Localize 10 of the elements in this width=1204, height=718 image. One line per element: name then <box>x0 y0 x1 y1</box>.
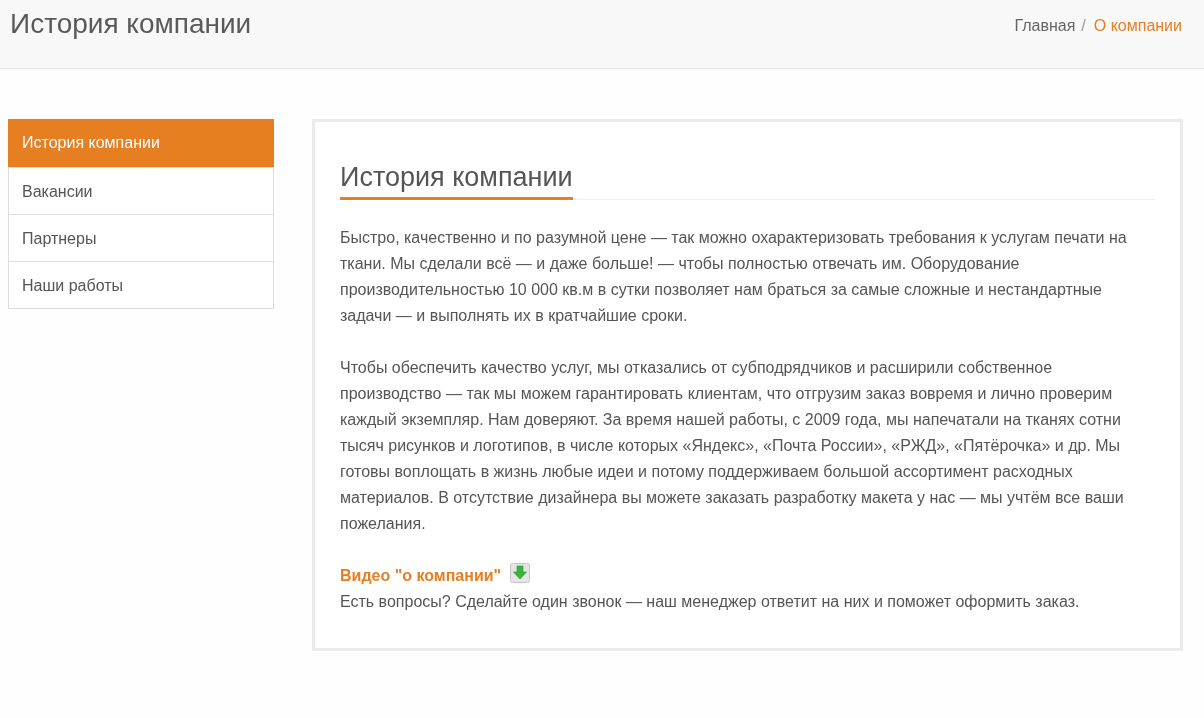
breadcrumb-separator: / <box>1081 16 1086 36</box>
breadcrumb-link[interactable]: О компании <box>1093 15 1182 37</box>
content-heading: История компании <box>340 159 573 200</box>
paragraph: Быстро, качественно и по разумной цене — так можно охарактеризовать требования к услугам печати на ткани. Мы сделали всё — и даже больше! — чтобы полностью отвечать им. Оборудование производительностью 10 000 кв.м в сутки позволяет нам браться за самые сложные и нестандартные задачи — и выполнять их в кратчайшие сроки. <box>340 228 1128 326</box>
breadcrumb-link[interactable]: Главная <box>1014 15 1076 37</box>
page-title: История компании <box>10 7 252 41</box>
video-link[interactable]: Видео "о компании" <box>340 563 502 589</box>
contact-note: Есть вопросы? Сделайте один звонок — наш менеджер ответит на них и поможет оформить заказ. <box>340 592 1081 612</box>
sidebar-item[interactable]: История компании <box>8 119 274 167</box>
paragraph: Чтобы обеспечить качество услуг, мы отказались от субподрядчиков и расширили собственное производство — так мы можем гарантировать клиентам, что отгрузим заказ вовремя и лично проверим каждый экземпляр. Нам доверяют. За время нашей работы, с 2009 года, мы напечатали на тканях сотни тысяч рисунков и логотипов, в числе которых «Яндекс», «Почта России», «РЖД», «Пятёрочка» и др. Мы готовы воплощать в жизнь любые идеи и потому поддерживаем большой ассортимент расходных материалов. В отсутствие дизайнера вы можете заказать разработку макета у нас — мы учтём все ваши пожелания. <box>340 358 1125 534</box>
